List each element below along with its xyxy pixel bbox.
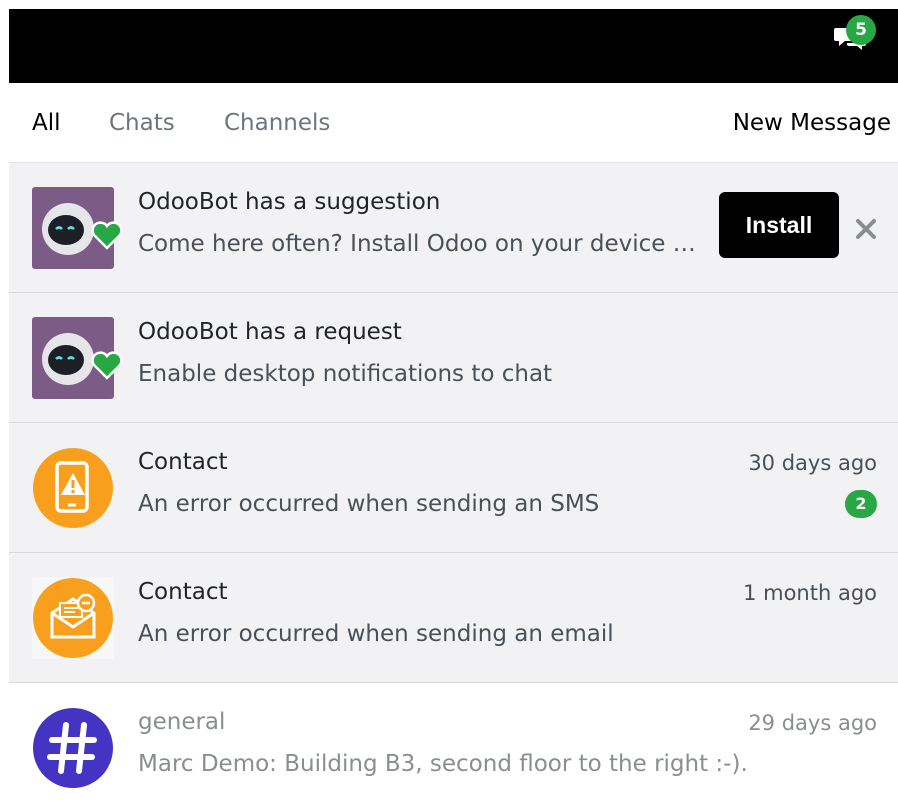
messaging-filter-bar: All Chats Channels New Message	[9, 83, 898, 163]
preview-title: OdooBot has a request	[138, 319, 402, 345]
preview-title: Contact	[138, 449, 228, 475]
online-heart-icon	[91, 221, 123, 250]
messaging-menu-button[interactable]: 5	[830, 15, 876, 55]
preview-body: Enable desktop notifications to chat	[138, 361, 553, 387]
preview-title: Contact	[138, 579, 228, 605]
messaging-menu-dropdown: All Chats Channels New Message OdooBot h…	[9, 83, 898, 812]
channel-hash-icon	[32, 707, 114, 789]
unread-counter-badge: 5	[846, 15, 876, 45]
preview-title: general	[138, 709, 226, 735]
preview-date: 1 month ago	[743, 581, 877, 605]
online-heart-icon	[91, 351, 123, 380]
top-navbar: 5	[9, 9, 898, 83]
channel-preview-general[interactable]: general Marc Demo: Building B3, second f…	[9, 683, 898, 812]
preview-body: Come here often? Install Odoo on your de…	[138, 231, 698, 257]
preview-date: 30 days ago	[748, 451, 877, 475]
notification-preview-request[interactable]: OdooBot has a request Enable desktop not…	[9, 293, 898, 423]
notification-preview-sms-failure[interactable]: Contact An error occurred when sending a…	[9, 423, 898, 553]
preview-body: Marc Demo: Building B3, second floor to …	[138, 751, 748, 777]
preview-body: An error occurred when sending an SMS	[138, 491, 600, 517]
filter-tab-chats[interactable]: Chats	[109, 110, 175, 136]
close-icon	[856, 219, 876, 239]
preview-title: OdooBot has a suggestion	[138, 189, 441, 215]
email-failure-icon	[32, 577, 114, 659]
install-button[interactable]: Install	[719, 192, 839, 258]
new-message-button[interactable]: New Message	[733, 110, 891, 136]
dismiss-button[interactable]	[852, 215, 880, 243]
unread-count-badge: 2	[845, 490, 877, 518]
filter-tab-all[interactable]: All	[32, 110, 61, 136]
preview-body: An error occurred when sending an email	[138, 621, 614, 647]
preview-date: 29 days ago	[748, 711, 877, 735]
notification-preview-suggestion[interactable]: OdooBot has a suggestion Come here often…	[9, 163, 898, 293]
notification-preview-email-failure[interactable]: Contact An error occurred when sending a…	[9, 553, 898, 683]
filter-tab-channels[interactable]: Channels	[224, 110, 330, 136]
sms-failure-icon	[32, 447, 114, 529]
